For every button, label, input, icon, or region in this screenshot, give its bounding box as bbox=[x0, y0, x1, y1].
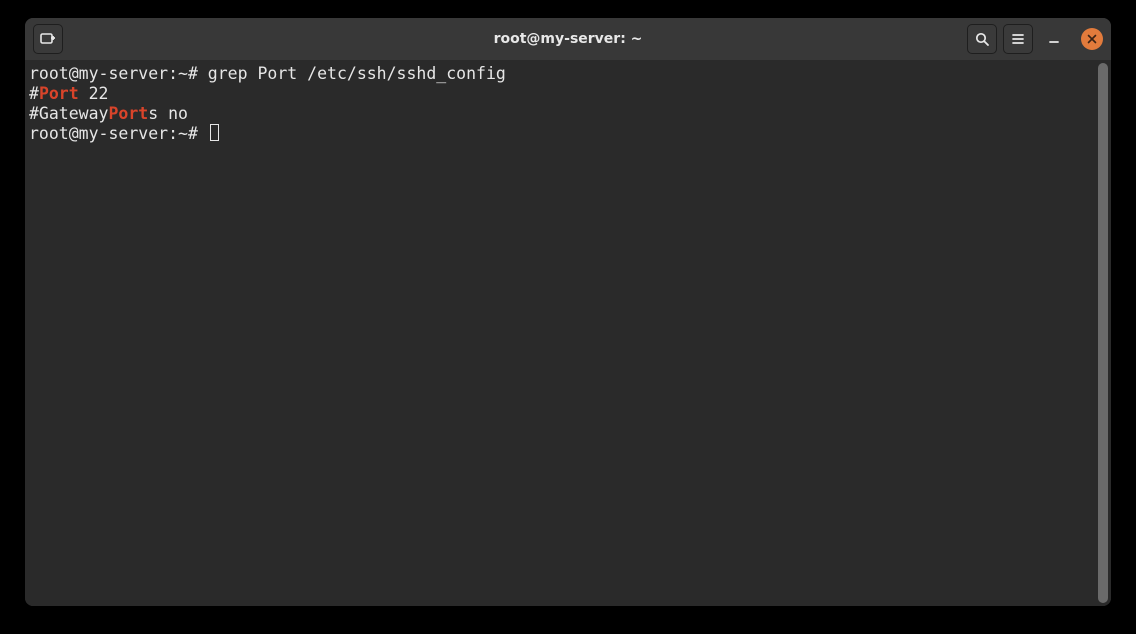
grep-match: Port bbox=[39, 84, 79, 103]
window-title: root@my-server: ~ bbox=[494, 31, 643, 47]
new-tab-button[interactable] bbox=[33, 24, 63, 54]
search-button[interactable] bbox=[967, 24, 997, 54]
terminal-text: root@my-server:~# bbox=[29, 124, 208, 143]
search-icon bbox=[975, 32, 990, 47]
titlebar: root@my-server: ~ bbox=[25, 18, 1111, 60]
scrollbar[interactable] bbox=[1098, 63, 1108, 603]
terminal-text: root@my-server:~# grep Port /etc/ssh/ssh… bbox=[29, 64, 506, 83]
new-tab-icon bbox=[40, 31, 56, 47]
terminal-content[interactable]: root@my-server:~# grep Port /etc/ssh/ssh… bbox=[25, 60, 1098, 606]
terminal-line: #GatewayPorts no bbox=[29, 104, 1094, 124]
terminal-cursor bbox=[210, 124, 219, 141]
terminal-text: #Gateway bbox=[29, 104, 108, 123]
terminal-window: root@my-server: ~ bbox=[25, 18, 1111, 606]
minimize-button[interactable] bbox=[1039, 24, 1069, 54]
terminal-text: s no bbox=[148, 104, 188, 123]
close-button[interactable] bbox=[1081, 28, 1103, 50]
terminal-line: root@my-server:~# bbox=[29, 124, 1094, 144]
terminal-text: # bbox=[29, 84, 39, 103]
close-icon bbox=[1087, 34, 1097, 44]
hamburger-icon bbox=[1011, 32, 1025, 46]
scrollbar-thumb[interactable] bbox=[1098, 63, 1108, 603]
terminal-line: #Port 22 bbox=[29, 84, 1094, 104]
minimize-icon bbox=[1047, 32, 1061, 46]
grep-match: Port bbox=[108, 104, 148, 123]
terminal-area[interactable]: root@my-server:~# grep Port /etc/ssh/ssh… bbox=[25, 60, 1111, 606]
menu-button[interactable] bbox=[1003, 24, 1033, 54]
terminal-line: root@my-server:~# grep Port /etc/ssh/ssh… bbox=[29, 64, 1094, 84]
terminal-text: 22 bbox=[79, 84, 109, 103]
